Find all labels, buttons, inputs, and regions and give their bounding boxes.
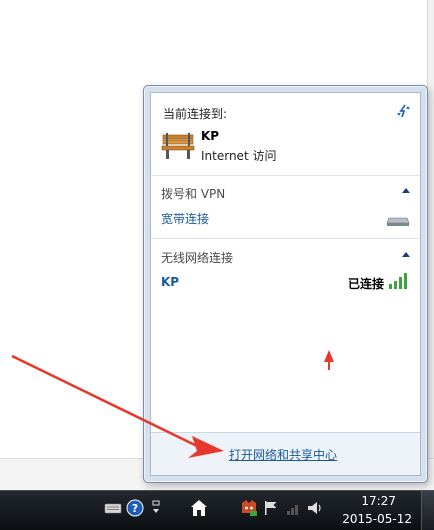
show-desktop-button[interactable] — [421, 491, 434, 530]
action-center-flag-icon[interactable] — [262, 499, 280, 517]
popup-footer: 打开网络和共享中心 — [151, 432, 420, 475]
divider — [151, 238, 420, 239]
current-connection-label: 当前连接到: — [163, 107, 228, 121]
connection-status: 已连接 — [347, 277, 384, 291]
taskbar: ? 17:27 2015-05-12 — [0, 490, 434, 530]
bench-network-icon — [161, 133, 195, 159]
network-popup: 当前连接到: KP Internet 访问 拨号和 VPN 宽带连接 无线网络连… — [143, 85, 428, 483]
broadband-connection-item[interactable]: 宽带连接 — [161, 210, 209, 227]
current-network-name: KP — [201, 129, 220, 143]
section-wireless[interactable]: 无线网络连接 — [151, 241, 420, 271]
chevron-up-icon — [402, 252, 410, 257]
wireless-network-kp[interactable]: KP — [161, 275, 179, 289]
clock-date[interactable]: 2015-05-12 — [342, 512, 412, 526]
network-tray-icon[interactable] — [240, 499, 258, 517]
svg-text:?: ? — [132, 502, 138, 515]
window-restore-icon[interactable] — [148, 499, 166, 517]
network-panel: 当前连接到: KP Internet 访问 拨号和 VPN 宽带连接 无线网络连… — [150, 92, 421, 476]
refresh-icon[interactable] — [396, 103, 412, 119]
help-icon[interactable]: ? — [126, 499, 144, 517]
section-dialup-vpn[interactable]: 拨号和 VPN — [151, 177, 420, 207]
clock-time[interactable]: 17:27 — [361, 494, 396, 508]
home-shield-icon[interactable] — [190, 499, 208, 517]
open-network-sharing-center-link[interactable]: 打开网络和共享中心 — [229, 446, 337, 463]
keyboard-icon[interactable] — [104, 499, 122, 517]
current-network-access: Internet 访问 — [201, 149, 277, 163]
section-wireless-title: 无线网络连接 — [161, 251, 234, 265]
section-dialup-title: 拨号和 VPN — [161, 187, 226, 201]
chevron-up-icon — [402, 188, 410, 193]
signal-tray-icon[interactable] — [284, 499, 302, 517]
volume-icon[interactable] — [306, 499, 324, 517]
signal-bars-icon — [389, 273, 407, 289]
divider — [151, 175, 420, 176]
background-scrollbar[interactable] — [427, 0, 434, 460]
modem-icon — [386, 217, 410, 226]
